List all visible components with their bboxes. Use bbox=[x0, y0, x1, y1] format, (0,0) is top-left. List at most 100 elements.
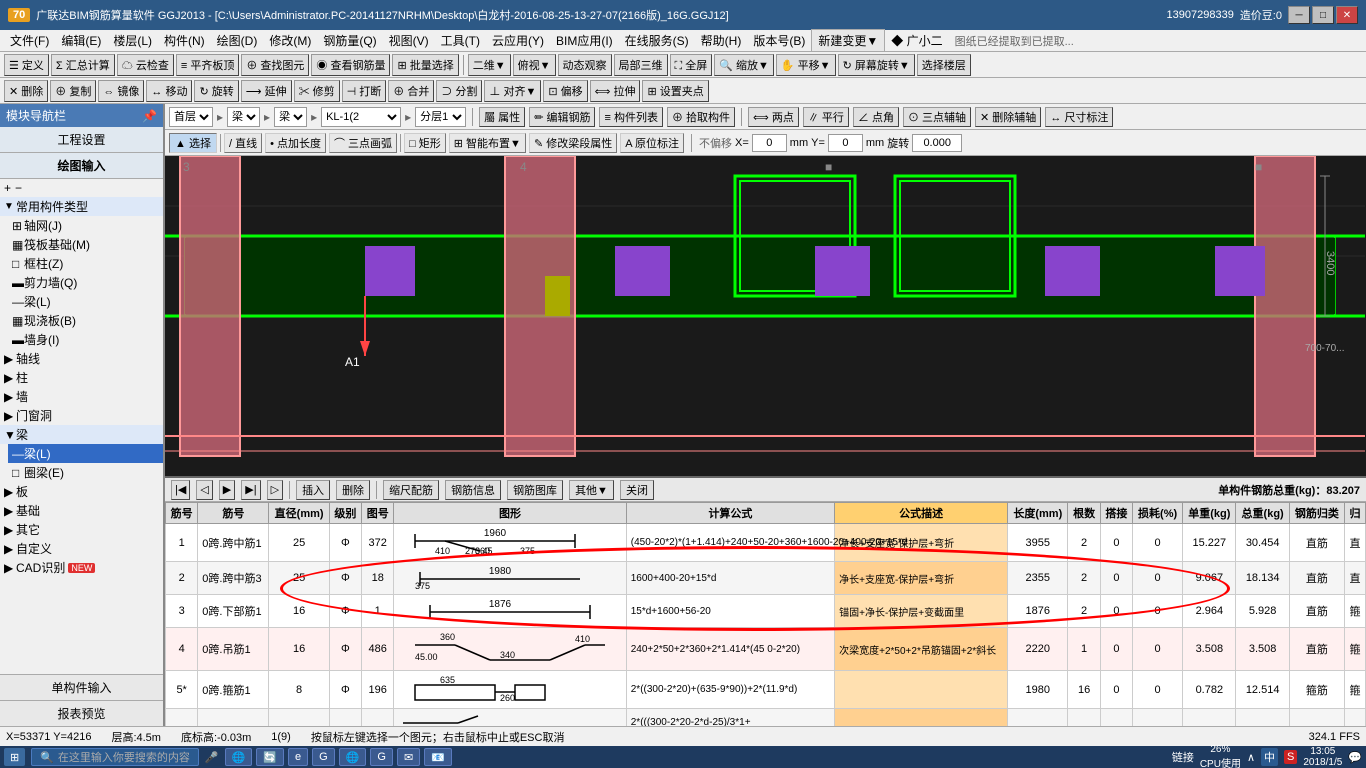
btn-nav-prev[interactable]: ◁ bbox=[196, 480, 212, 500]
sidebar-item-raft[interactable]: ▦ 筏板基础(M) bbox=[8, 235, 163, 254]
tree-item-beam-group[interactable]: ▼ 梁 bbox=[0, 425, 163, 444]
sidebar-item-drawing-input[interactable]: 绘图输入 bbox=[0, 153, 163, 179]
sidebar-report[interactable]: 报表预览 bbox=[0, 701, 163, 726]
btn-edit-rebar[interactable]: ✏ 编辑钢筋 bbox=[529, 107, 595, 127]
btn-original-label[interactable]: A 原位标注 bbox=[620, 133, 684, 153]
btn-stretch[interactable]: ⟺ 拉伸 bbox=[590, 80, 641, 102]
menu-gxer[interactable]: ◆ 广小二 bbox=[885, 30, 948, 51]
table-scroll[interactable]: 筋号 筋号 直径(mm) 级别 图号 图形 计算公式 公式描述 长度(mm) 根… bbox=[165, 502, 1366, 726]
btn-rebar-info[interactable]: 钢筋信息 bbox=[445, 480, 501, 500]
type-select[interactable]: 梁 bbox=[227, 107, 260, 127]
btn-batch-select[interactable]: ⊞ 批量选择 bbox=[392, 54, 458, 76]
notification-icon[interactable]: 💬 bbox=[1348, 751, 1362, 764]
menu-modify[interactable]: 修改(M) bbox=[263, 30, 317, 51]
floor-select[interactable]: 首层 bbox=[169, 107, 213, 127]
btn-split[interactable]: ⊃ 分割 bbox=[436, 80, 482, 102]
tree-item-col[interactable]: ▶ 柱 bbox=[0, 368, 163, 387]
sidebar-single-element[interactable]: 单构件输入 bbox=[0, 675, 163, 701]
btn-select[interactable]: ▲ 选择 bbox=[169, 133, 217, 153]
btn-select-floor[interactable]: 选择楼层 bbox=[917, 54, 971, 76]
btn-3pt-arc[interactable]: ⌒ 三点画弧 bbox=[329, 133, 397, 153]
btn-dynamic[interactable]: 动态观察 bbox=[558, 54, 612, 76]
btn-offset[interactable]: ⊡ 偏移 bbox=[543, 80, 587, 102]
sidebar-minus-icon[interactable]: − bbox=[15, 181, 22, 195]
taskbar-app-extra[interactable]: 📧 bbox=[424, 748, 452, 766]
tree-item-common-types[interactable]: ▼ 常用构件类型 bbox=[0, 197, 163, 216]
sidebar-item-wall-body[interactable]: ▬ 墙身(I) bbox=[8, 330, 163, 349]
sidebar-item-axis[interactable]: ⊞ 轴网(J) bbox=[8, 216, 163, 235]
taskbar-app-g[interactable]: G bbox=[312, 748, 335, 766]
sidebar-item-shearwall[interactable]: ▬ 剪力墙(Q) bbox=[8, 273, 163, 292]
menu-tools[interactable]: 工具(T) bbox=[435, 30, 486, 51]
btn-screen-rotate[interactable]: ↻ 屏幕旋转▼ bbox=[838, 54, 915, 76]
btn-merge[interactable]: ⊕ 合并 bbox=[388, 80, 434, 102]
sidebar-item-ringeam[interactable]: □ 圈梁(E) bbox=[8, 463, 163, 482]
menu-cloud[interactable]: 云应用(Y) bbox=[486, 30, 550, 51]
btn-rebar-lib[interactable]: 钢筋图库 bbox=[507, 480, 563, 500]
menu-rebar[interactable]: 钢筋量(Q) bbox=[317, 30, 382, 51]
btn-mirror[interactable]: ⇔ 镜像 bbox=[98, 80, 144, 102]
btn-point-angle[interactable]: ∠ 点角 bbox=[853, 107, 899, 127]
menu-element[interactable]: 构件(N) bbox=[158, 30, 211, 51]
btn-find-elem[interactable]: ⊕ 查找图元 bbox=[241, 54, 309, 76]
btn-set-grip[interactable]: ⊞ 设置夹点 bbox=[642, 80, 708, 102]
mic-icon[interactable]: 🎤 bbox=[205, 751, 219, 764]
tree-item-custom[interactable]: ▶ 自定义 bbox=[0, 539, 163, 558]
btn-plan[interactable]: 俯视▼ bbox=[513, 54, 556, 76]
btn-delete-row[interactable]: 删除 bbox=[336, 480, 370, 500]
tree-item-opening[interactable]: ▶ 门窗洞 bbox=[0, 406, 163, 425]
btn-close-panel[interactable]: 关闭 bbox=[620, 480, 654, 500]
btn-extend[interactable]: ⟶ 延伸 bbox=[241, 80, 292, 102]
table-row[interactable]: 1 0跨.跨中筋1 25 Φ 372 1960 bbox=[166, 524, 1366, 562]
btn-nav-last[interactable]: ▶| bbox=[241, 480, 260, 500]
tree-item-cad[interactable]: ▶ CAD识别 NEW bbox=[0, 558, 163, 577]
btn-trim[interactable]: ✂ 修剪 bbox=[294, 80, 340, 102]
btn-pan[interactable]: ✋ 平移▼ bbox=[776, 54, 836, 76]
btn-nav-next[interactable]: ▶ bbox=[219, 480, 235, 500]
tree-item-foundation[interactable]: ▶ 基础 bbox=[0, 501, 163, 520]
sidebar-item-slab[interactable]: ▦ 现浇板(B) bbox=[8, 311, 163, 330]
element-select[interactable]: KL-1(2 bbox=[321, 107, 401, 127]
menu-online[interactable]: 在线服务(S) bbox=[619, 30, 695, 51]
btn-point-extend[interactable]: • 点加长度 bbox=[265, 133, 326, 153]
btn-rotate[interactable]: ↻ 旋转 bbox=[194, 80, 238, 102]
menu-version[interactable]: 版本号(B) bbox=[747, 30, 811, 51]
btn-zoom[interactable]: 🔍 缩放▼ bbox=[714, 54, 774, 76]
btn-scale-rebar[interactable]: 缩尺配筋 bbox=[383, 480, 439, 500]
btn-insert-row[interactable]: 插入 bbox=[296, 480, 330, 500]
sidebar-item-beam-l[interactable]: — 梁(L) bbox=[8, 444, 163, 463]
btn-del-aux[interactable]: ✕ 删除辅轴 bbox=[975, 107, 1041, 127]
table-row[interactable]: 4 0跨.吊筋1 16 Φ 486 360 bbox=[166, 628, 1366, 671]
btn-2d[interactable]: 二维▼ bbox=[468, 54, 511, 76]
taskbar-app-mail[interactable]: ✉ bbox=[397, 748, 420, 766]
btn-3pt-aux[interactable]: ⊙ 三点辅轴 bbox=[903, 107, 971, 127]
menu-floor[interactable]: 楼层(L) bbox=[107, 30, 158, 51]
window-controls[interactable]: ─ □ ✕ bbox=[1288, 6, 1358, 24]
menu-file[interactable]: 文件(F) bbox=[4, 30, 55, 51]
menu-draw[interactable]: 绘图(D) bbox=[211, 30, 264, 51]
btn-delete[interactable]: ✕ 删除 bbox=[4, 80, 48, 102]
table-row[interactable]: 3 0跨.下部筋1 16 Φ 1 1876 bbox=[166, 595, 1366, 628]
table-row[interactable]: 2*(((300-2*20-2*d-25)/3*1+ bbox=[166, 709, 1366, 727]
table-row[interactable]: 5* 0跨.箍筋1 8 Φ 196 635 bbox=[166, 671, 1366, 709]
tree-item-slab-group[interactable]: ▶ 板 bbox=[0, 482, 163, 501]
input-rotate[interactable] bbox=[912, 134, 962, 152]
btn-other[interactable]: 其他▼ bbox=[569, 480, 614, 500]
maximize-button[interactable]: □ bbox=[1312, 6, 1334, 24]
btn-properties[interactable]: 屬 属性 bbox=[479, 107, 525, 127]
btn-local-3d[interactable]: 局部三维 bbox=[614, 54, 668, 76]
btn-dim[interactable]: ↔ 尺寸标注 bbox=[1045, 107, 1113, 127]
menu-view[interactable]: 视图(V) bbox=[383, 30, 435, 51]
btn-rect[interactable]: □ 矩形 bbox=[404, 133, 446, 153]
btn-define[interactable]: ☰ 定义 bbox=[4, 54, 49, 76]
menu-new-change[interactable]: 新建变更▼ bbox=[811, 29, 885, 52]
menu-help[interactable]: 帮助(H) bbox=[695, 30, 748, 51]
btn-break[interactable]: ⊣ 打断 bbox=[342, 80, 387, 102]
ime-indicator[interactable]: S bbox=[1284, 750, 1297, 764]
taskbar-app-e[interactable]: e bbox=[288, 748, 308, 766]
lang-indicator[interactable]: 中 bbox=[1261, 748, 1278, 766]
btn-parallel[interactable]: ∥ 平行 bbox=[803, 107, 849, 127]
btn-component-list[interactable]: ≡ 构件列表 bbox=[599, 107, 662, 127]
sidebar-add-icon[interactable]: + bbox=[4, 181, 11, 195]
btn-fullscreen[interactable]: ⛶ 全屏 bbox=[670, 54, 713, 76]
